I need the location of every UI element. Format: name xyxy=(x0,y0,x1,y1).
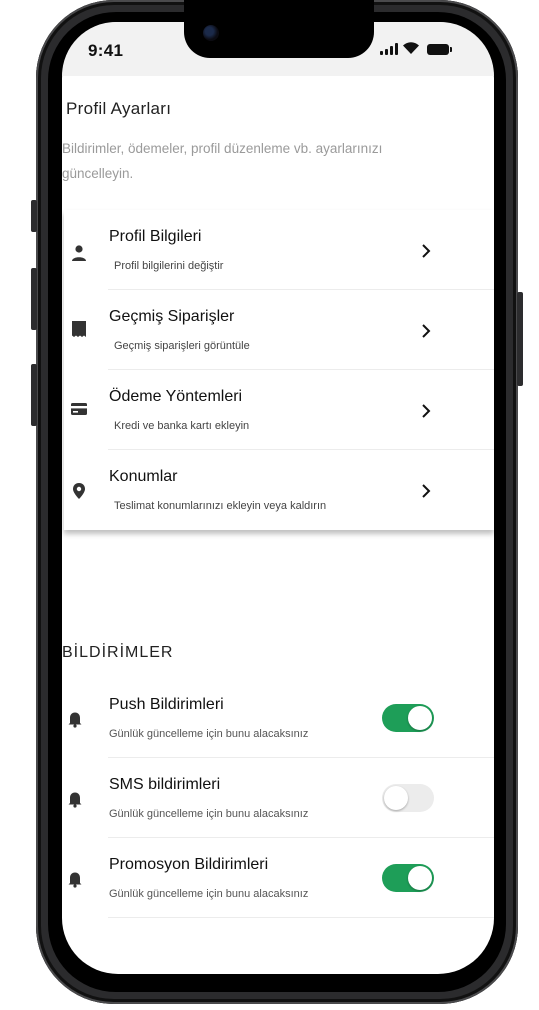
menu-item-payment-methods[interactable]: Ödeme Yöntemleri Kredi ve banka kartı ek… xyxy=(64,370,494,450)
toggle-knob xyxy=(384,786,408,810)
notification-sms: SMS bildirimleri Günlük güncelleme için … xyxy=(64,758,494,838)
menu-item-desc: Profil bilgilerini değiştir xyxy=(114,260,224,272)
credit-card-icon xyxy=(71,403,87,415)
receipt-icon xyxy=(72,321,86,337)
promotion-toggle[interactable] xyxy=(382,864,434,892)
menu-item-title: Profil Bilgileri xyxy=(109,228,202,245)
notification-desc: Günlük güncelleme için bunu alacaksınız xyxy=(109,808,309,820)
menu-item-profile-info[interactable]: Profil Bilgileri Profil bilgilerini deği… xyxy=(64,210,494,290)
notification-push: Push Bildirimleri Günlük güncelleme için… xyxy=(64,678,494,758)
menu-item-title: Geçmiş Siparişler xyxy=(109,308,235,325)
notification-title: SMS bildirimleri xyxy=(109,776,221,793)
toggle-knob xyxy=(408,706,432,730)
person-icon xyxy=(72,245,86,261)
bell-icon xyxy=(68,872,82,888)
chevron-right-icon xyxy=(422,244,431,258)
page-subtitle: Bildirimler, ödemeler, profil düzenleme … xyxy=(62,141,383,181)
bell-icon xyxy=(68,712,82,728)
notifications-section-title: BİLDİRİMLER xyxy=(62,644,174,661)
chevron-right-icon xyxy=(422,484,431,498)
menu-item-desc: Kredi ve banka kartı ekleyin xyxy=(114,420,250,432)
page-title: Profil Ayarları xyxy=(66,99,172,118)
menu-item-desc: Geçmiş siparişleri görüntüle xyxy=(114,340,250,352)
sms-toggle[interactable] xyxy=(382,784,434,812)
notification-promotion: Promosyon Bildirimleri Günlük güncelleme… xyxy=(64,838,494,918)
notification-desc: Günlük güncelleme için bunu alacaksınız xyxy=(109,728,309,740)
menu-item-title: Ödeme Yöntemleri xyxy=(109,388,243,405)
menu-item-past-orders[interactable]: Geçmiş Siparişler Geçmiş siparişleri gör… xyxy=(64,290,494,370)
push-toggle[interactable] xyxy=(382,704,434,732)
location-pin-icon xyxy=(73,483,85,499)
chevron-right-icon xyxy=(422,404,431,418)
toggle-knob xyxy=(408,866,432,890)
notification-title: Push Bildirimleri xyxy=(109,696,224,713)
menu-item-locations[interactable]: Konumlar Teslimat konumlarınızı ekleyin … xyxy=(64,450,494,530)
profile-menu-card: Profil Bilgileri Profil bilgilerini deği… xyxy=(64,210,494,530)
notification-desc: Günlük güncelleme için bunu alacaksınız xyxy=(109,888,309,900)
menu-item-desc: Teslimat konumlarınızı ekleyin veya kald… xyxy=(114,500,327,512)
divider xyxy=(108,917,494,918)
chevron-right-icon xyxy=(422,324,431,338)
bell-icon xyxy=(68,792,82,808)
notification-title: Promosyon Bildirimleri xyxy=(109,856,269,873)
profile-settings-page: Profil Ayarları Bildirimler, ödemeler, p… xyxy=(0,0,539,1010)
menu-item-title: Konumlar xyxy=(109,468,178,485)
